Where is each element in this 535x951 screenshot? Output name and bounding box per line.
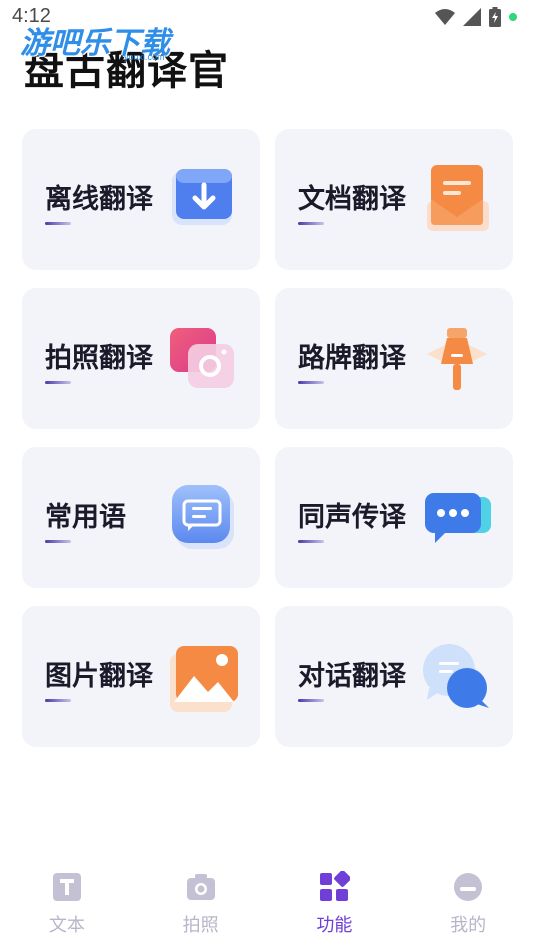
feature-label: 图片翻译 (45, 661, 153, 692)
feature-card-offline[interactable]: 离线翻译 (22, 129, 260, 270)
nav-label: 我的 (450, 915, 487, 936)
watermark-sub: youxi.com (124, 52, 165, 62)
label-underline (298, 540, 324, 543)
text-icon (52, 873, 81, 901)
label-underline (298, 699, 324, 702)
feature-card-image[interactable]: 图片翻译 (22, 606, 260, 747)
feature-label: 路牌翻译 (298, 343, 406, 374)
feature-card-signpost[interactable]: 路牌翻译 (275, 288, 513, 429)
feature-label: 拍照翻译 (45, 343, 153, 374)
label-underline (45, 222, 71, 225)
signpost-icon (427, 328, 487, 390)
camera-icon (170, 328, 234, 388)
feature-label: 常用语 (45, 502, 126, 533)
battery-icon (489, 7, 501, 27)
nav-label: 拍照 (182, 915, 219, 936)
feature-card-phrases[interactable]: 常用语 (22, 447, 260, 588)
feature-card-document[interactable]: 文档翻译 (275, 129, 513, 270)
feature-card-photo[interactable]: 拍照翻译 (22, 288, 260, 429)
feature-grid: 离线翻译 文档翻译 拍照翻译 路牌翻译 常用语 同声传译 图片翻译 对话翻译 (22, 129, 513, 747)
phrase-book-icon (172, 485, 234, 549)
bottom-nav: 文本 拍照 功能 我的 (0, 871, 535, 951)
document-mail-icon (427, 165, 489, 231)
nav-item-text[interactable]: 文本 (0, 871, 134, 951)
download-icon (172, 169, 232, 225)
app-screen: 4:12 游吧乐下载 youxi.com 盘古翻译官 离线翻译 文档翻译 拍照翻… (0, 0, 535, 951)
label-underline (45, 540, 71, 543)
nav-label: 功能 (316, 915, 353, 936)
nav-item-photo[interactable]: 拍照 (134, 871, 268, 951)
label-underline (298, 222, 324, 225)
signal-icon (463, 8, 481, 26)
feature-card-simultaneous[interactable]: 同声传译 (275, 447, 513, 588)
status-icons (435, 7, 517, 27)
image-icon (170, 646, 238, 712)
profile-icon (454, 873, 483, 901)
nav-item-features[interactable]: 功能 (268, 871, 402, 951)
wifi-icon (435, 9, 455, 25)
grid-icon (320, 871, 351, 901)
label-underline (45, 699, 71, 702)
notification-dot (509, 13, 517, 21)
feature-label: 离线翻译 (45, 184, 153, 215)
chat-bubble-icon (425, 493, 491, 543)
label-underline (298, 381, 324, 384)
conversation-icon (423, 644, 489, 708)
label-underline (45, 381, 71, 384)
camera-icon (186, 874, 215, 900)
feature-label: 文档翻译 (298, 184, 406, 215)
feature-label: 对话翻译 (298, 661, 406, 692)
feature-label: 同声传译 (298, 502, 406, 533)
nav-item-profile[interactable]: 我的 (401, 871, 535, 951)
feature-card-dialogue[interactable]: 对话翻译 (275, 606, 513, 747)
nav-label: 文本 (48, 915, 85, 936)
